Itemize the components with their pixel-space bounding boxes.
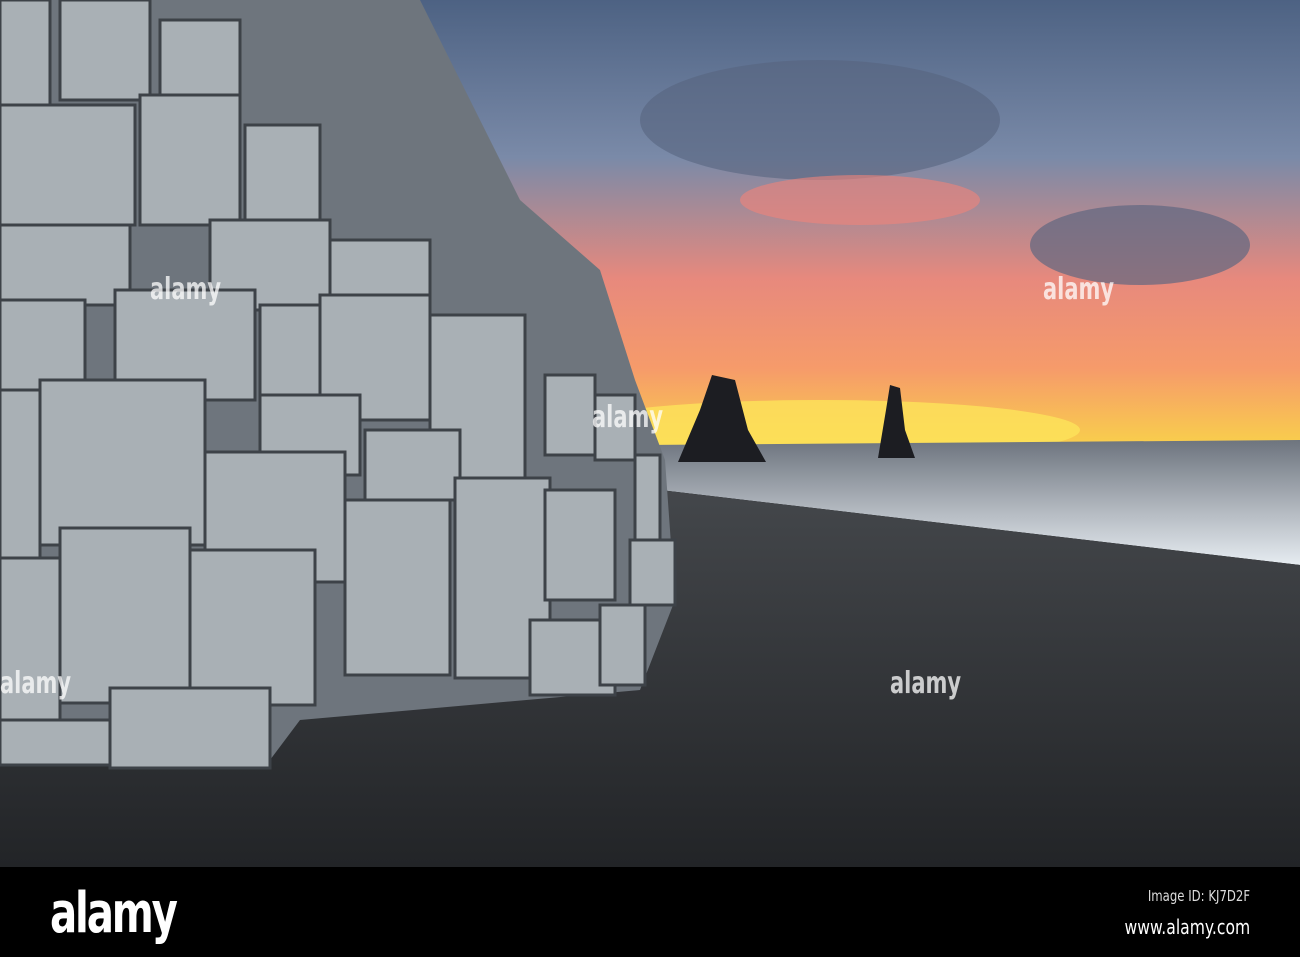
watermark: alamy [0,666,72,701]
image-id: Image ID: KJ7D2F [1147,887,1250,905]
watermark: alamy [592,400,664,435]
alamy-logo: alamy [50,881,178,946]
watermark: alamy [1043,272,1115,307]
cloud [640,60,1000,180]
cloud-pink [740,175,980,225]
photo-black-sand-beach-basalt-columns: alamy alamy alamy alamy alamy [0,0,1300,867]
watermark: alamy [150,272,222,307]
site-url: www.alamy.com [1124,915,1250,939]
footer-bar: alamy Image ID: KJ7D2F www.alamy.com [0,867,1300,957]
watermark: alamy [890,666,962,701]
